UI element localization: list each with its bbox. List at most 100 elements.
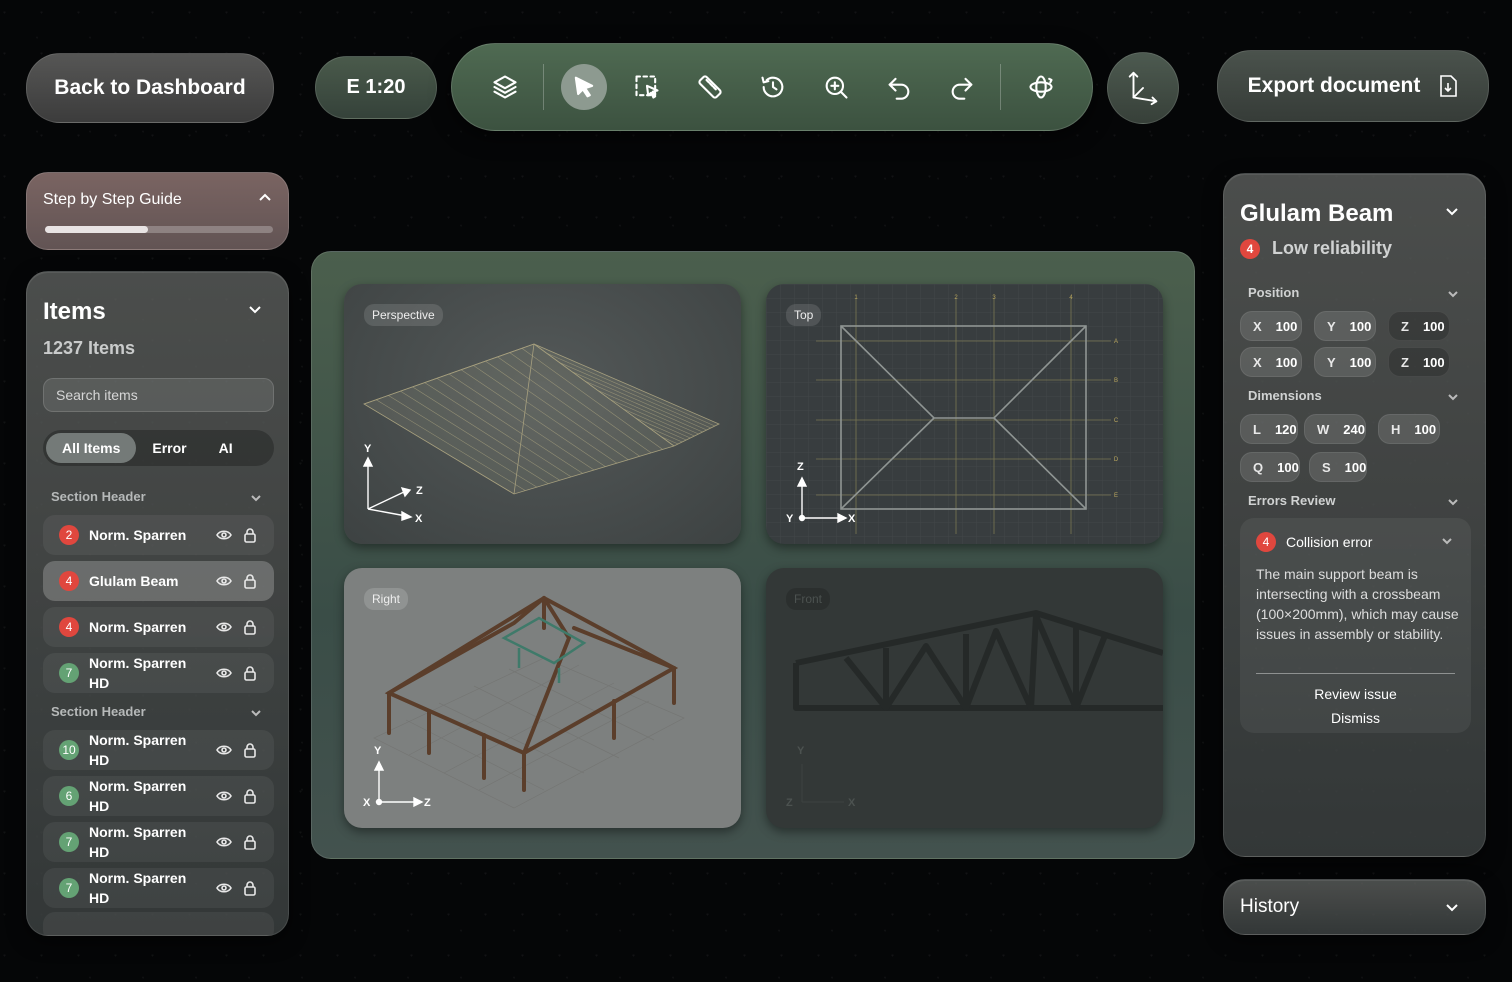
chevron-down-icon[interactable] [1447, 287, 1459, 305]
list-item[interactable]: 4 Glulam Beam [43, 561, 274, 601]
lock-icon[interactable] [242, 880, 258, 896]
dimension-field[interactable]: H 100 [1378, 414, 1440, 444]
eye-icon[interactable] [216, 742, 232, 758]
tab-error[interactable]: Error [136, 433, 202, 463]
dimension-field[interactable]: Q 100 [1240, 452, 1300, 482]
ruler-icon[interactable] [687, 64, 733, 110]
grid-row-label: D [1114, 457, 1119, 463]
axes-button[interactable] [1107, 52, 1179, 124]
field-value: 100 [1275, 318, 1298, 334]
item-actions [216, 619, 258, 635]
front-view[interactable]: Y Z X Front [766, 568, 1163, 828]
eye-icon[interactable] [216, 788, 232, 804]
eye-icon[interactable] [216, 880, 232, 896]
eye-icon[interactable] [216, 619, 232, 635]
field-value: 100 [1422, 354, 1445, 370]
undo-icon[interactable] [876, 64, 922, 110]
axis-label: Y [374, 745, 382, 757]
list-item[interactable]: 7 Norm. Sparren HD [43, 653, 274, 693]
pointer-icon[interactable] [561, 64, 607, 110]
view-label: Perspective [364, 304, 443, 326]
scale-button[interactable]: E 1:20 [315, 56, 437, 119]
dimension-field[interactable]: L 120 [1240, 414, 1298, 444]
perspective-view[interactable]: Y Z X Perspective [344, 284, 741, 544]
redo-icon[interactable] [939, 64, 985, 110]
list-item[interactable]: 10 Norm. Sparren HD [43, 730, 274, 770]
axis-label: X [848, 797, 856, 809]
search-input[interactable] [43, 378, 274, 412]
errors-review-section-label: Errors Review [1248, 493, 1336, 508]
eye-icon[interactable] [216, 527, 232, 543]
eye-icon[interactable] [216, 665, 232, 681]
lock-icon[interactable] [242, 788, 258, 804]
right-view[interactable]: Y X Z Right [344, 568, 741, 828]
tab-all-items[interactable]: All Items [46, 433, 137, 463]
field-value: 100 [1349, 318, 1372, 334]
list-item[interactable]: 7 Norm. Sparren HD [43, 822, 274, 862]
top-view[interactable]: 1 2 3 4 A B C D E Z Y X Top [766, 284, 1163, 544]
layers-icon[interactable] [482, 64, 528, 110]
position-field[interactable]: X 100 [1240, 347, 1302, 377]
chevron-down-icon[interactable] [1447, 390, 1459, 408]
export-document-button[interactable]: Export document [1217, 50, 1489, 122]
history-panel[interactable]: History [1223, 879, 1486, 935]
chevron-down-icon[interactable] [1445, 900, 1459, 919]
dismiss-button[interactable]: Dismiss [1240, 710, 1471, 726]
back-to-dashboard-button[interactable]: Back to Dashboard [26, 53, 274, 123]
position-field[interactable]: X 100 [1240, 311, 1302, 341]
axis-label: Z [416, 485, 423, 497]
marquee-select-icon[interactable] [624, 64, 670, 110]
dimensions-section-label: Dimensions [1248, 388, 1322, 403]
zoom-in-icon[interactable] [813, 64, 859, 110]
chevron-down-icon[interactable] [1447, 495, 1459, 513]
section-header: Section Header [51, 704, 146, 719]
field-key: W [1317, 421, 1330, 437]
dimension-field[interactable]: S 100 [1309, 452, 1367, 482]
item-badge: 2 [59, 525, 79, 545]
lock-icon[interactable] [242, 619, 258, 635]
lock-icon[interactable] [242, 742, 258, 758]
list-item[interactable]: 7 Norm. Sparren HD [43, 868, 274, 908]
orbit-icon[interactable] [1018, 64, 1064, 110]
dimension-field[interactable]: W 240 [1304, 414, 1366, 444]
chevron-down-icon[interactable] [248, 302, 262, 321]
lock-icon[interactable] [242, 834, 258, 850]
error-card-header[interactable]: 4 Collision error [1256, 532, 1372, 552]
tab-ai[interactable]: AI [203, 433, 249, 463]
list-item[interactable] [43, 912, 274, 935]
chevron-down-icon[interactable] [250, 491, 262, 509]
lock-icon[interactable] [242, 665, 258, 681]
chevron-down-icon[interactable] [1441, 534, 1453, 552]
list-item[interactable]: 4 Norm. Sparren [43, 607, 274, 647]
chevron-down-icon[interactable] [1445, 204, 1459, 223]
list-item[interactable]: 6 Norm. Sparren HD [43, 776, 274, 816]
eye-icon[interactable] [216, 573, 232, 589]
divider [1256, 673, 1455, 674]
field-key: Y [1327, 354, 1336, 370]
viewport-panel: Y Z X Perspective 1 2 3 4 A B C D E Z Y … [311, 251, 1195, 859]
axis-label: Z [797, 461, 804, 473]
error-title: Collision error [1286, 534, 1373, 550]
step-guide[interactable]: Step by Step Guide [26, 172, 289, 250]
field-value: 100 [1344, 459, 1367, 475]
field-value: 100 [1422, 318, 1445, 334]
list-item[interactable]: 2 Norm. Sparren [43, 515, 274, 555]
review-issue-button[interactable]: Review issue [1240, 686, 1471, 702]
lock-icon[interactable] [242, 573, 258, 589]
eye-icon[interactable] [216, 834, 232, 850]
reliability-status: 4 Low reliability [1240, 238, 1392, 259]
view-label: Right [364, 588, 409, 610]
position-field[interactable]: Z 100 [1388, 347, 1450, 377]
history-icon[interactable] [750, 64, 796, 110]
chevron-up-icon[interactable] [258, 191, 272, 210]
guide-progress-fill [45, 226, 148, 233]
item-actions [216, 573, 258, 589]
position-field[interactable]: Y 100 [1314, 347, 1376, 377]
axes-icon [1128, 71, 1158, 106]
lock-icon[interactable] [242, 527, 258, 543]
axis-label: X [363, 797, 371, 809]
position-field[interactable]: Z 100 [1388, 311, 1450, 341]
properties-panel: Glulam Beam 4 Low reliability Position X… [1223, 173, 1486, 857]
position-field[interactable]: Y 100 [1314, 311, 1376, 341]
chevron-down-icon[interactable] [250, 706, 262, 724]
